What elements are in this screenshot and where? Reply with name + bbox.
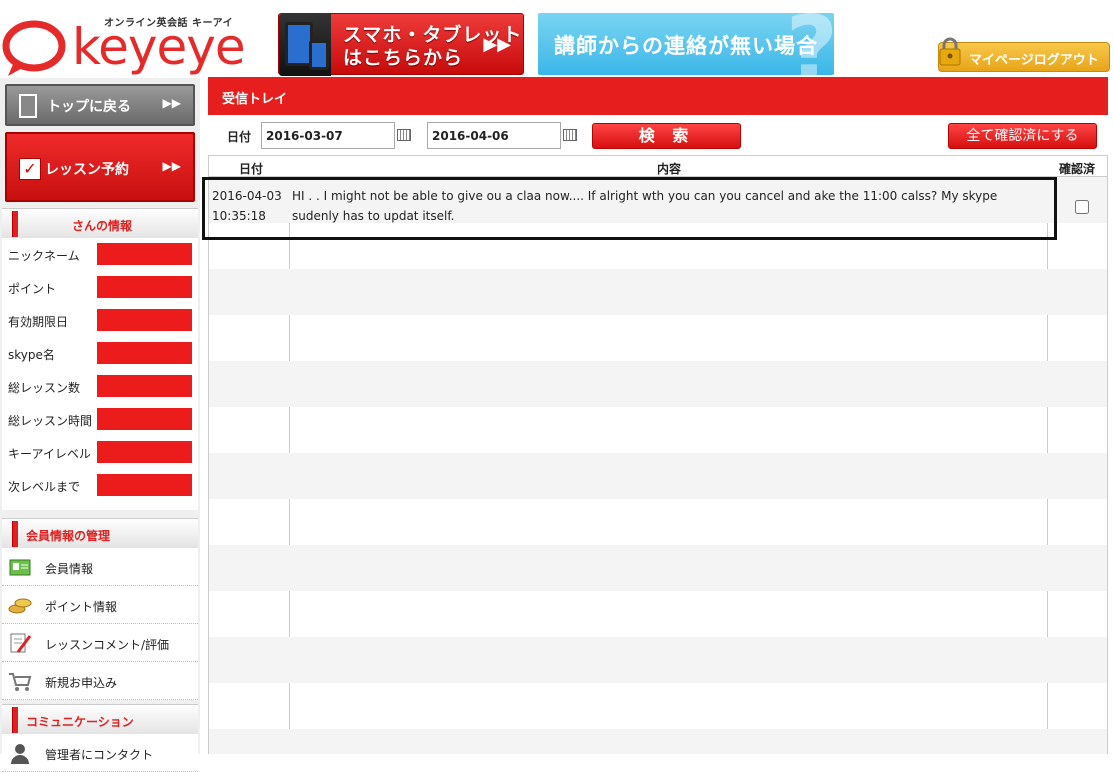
info-row: 有効期限日: [2, 304, 198, 337]
inbox-table: 日付 内容 確認済 2016-04-03 10:35:18 HI . . I mi…: [208, 155, 1108, 754]
info-label: ポイント: [8, 282, 57, 296]
info-label: キーアイレベル: [8, 447, 91, 461]
info-label: ニックネーム: [8, 249, 80, 263]
page-title: 受信トレイ: [222, 92, 288, 107]
info-label: 有効期限日: [8, 315, 69, 329]
user-info-section: さんの情報 ニックネーム ポイント 有効期限日 skype名 総レッスン数 総レ…: [2, 208, 198, 510]
highlight-box: [202, 177, 1057, 240]
sidebar-menu-item[interactable]: 管理者にコンタクト: [2, 734, 198, 772]
member-management-section: 会員情報の管理 会員情報 ポイント情報 レッスンコメント/評価 新規お申込み: [2, 518, 198, 700]
empty-table-row: [209, 637, 1107, 683]
info-value-redacted: [97, 375, 192, 397]
info-value-redacted: [97, 276, 192, 298]
coins-icon: [8, 594, 32, 616]
keyeye-logo[interactable]: オンライン英会話 キーアイ keyeye: [0, 6, 260, 76]
confirmed-checkbox[interactable]: [1075, 200, 1089, 214]
lesson-booking-button[interactable]: ✓ レッスン予約 ▶▶: [5, 132, 195, 202]
inbox-header: 受信トレイ: [208, 77, 1108, 115]
sidebar-menu-label: 管理者にコンタクト: [45, 748, 154, 762]
communication-heading: コミュニケーション: [2, 704, 198, 734]
lesson-booking-label: レッスン予約: [45, 162, 129, 178]
sidebar-menu-label: 新規お申込み: [45, 676, 118, 690]
banner-sp-line2: はこちらから: [343, 47, 464, 69]
info-row: 次レベルまで: [2, 469, 198, 502]
person-icon: [8, 742, 32, 764]
banner-contact-text: 講師からの連絡が無い場合: [554, 34, 818, 58]
info-row: キーアイレベル: [2, 436, 198, 469]
col-header-date: 日付: [239, 162, 264, 176]
user-info-heading: さんの情報: [2, 208, 198, 238]
double-arrow-icon: ▶▶: [483, 34, 511, 55]
date-label: 日付: [227, 130, 252, 144]
member-card-icon: [8, 556, 32, 578]
logout-label: マイページログアウト: [969, 53, 1099, 68]
empty-table-row: [209, 591, 1107, 637]
empty-table-row: [209, 269, 1107, 315]
devices-icon: [279, 14, 331, 76]
info-value-redacted: [97, 243, 192, 265]
logo-wordmark: keyeye: [72, 18, 246, 76]
sidebar-menu-label: ポイント情報: [45, 600, 118, 614]
speech-bubble-logo-icon: [2, 20, 66, 76]
sidebar-menu-item[interactable]: レッスンコメント/評価: [2, 624, 198, 662]
info-row: ニックネーム: [2, 238, 198, 271]
info-label: 次レベルまで: [8, 480, 81, 494]
search-button[interactable]: 検 索: [592, 123, 741, 149]
back-to-top-label: トップに戻る: [47, 99, 131, 115]
empty-table-row: [209, 729, 1107, 754]
empty-table-row: [209, 407, 1107, 453]
info-label: 総レッスン時間: [8, 414, 93, 428]
info-value-redacted: [97, 408, 192, 430]
sidebar-menu-item[interactable]: ポイント情報: [2, 586, 198, 624]
empty-table-row: [209, 361, 1107, 407]
sidebar-menu-item[interactable]: 新規お申込み: [2, 662, 198, 700]
empty-table-row: [209, 683, 1107, 729]
info-label: 総レッスン数: [8, 381, 81, 395]
double-arrow-icon: ▶▶: [162, 159, 181, 173]
door-icon: [19, 94, 37, 118]
member-management-heading: 会員情報の管理: [2, 518, 198, 548]
empty-table-row: [209, 499, 1107, 545]
calendar-icon[interactable]: [397, 129, 411, 141]
empty-table-row: [209, 315, 1107, 361]
info-row: ポイント: [2, 271, 198, 304]
empty-table-row: [209, 453, 1107, 499]
sidebar-menu-item[interactable]: 会員情報: [2, 548, 198, 586]
info-value-redacted: [97, 474, 192, 496]
sidebar: トップに戻る ▶▶ ✓ レッスン予約 ▶▶ さんの情報 ニックネーム ポイント …: [0, 78, 200, 772]
confirm-all-button[interactable]: 全て確認済にする: [948, 123, 1097, 149]
calendar-icon[interactable]: [563, 129, 577, 141]
col-header-confirmed: 確認済: [1059, 162, 1096, 176]
back-to-top-button[interactable]: トップに戻る ▶▶: [5, 84, 195, 126]
empty-table-row: [209, 545, 1107, 591]
cart-icon: [8, 670, 32, 692]
sidebar-menu-label: レッスンコメント/評価: [45, 638, 170, 652]
no-teacher-contact-banner[interactable]: ? 講師からの連絡が無い場合: [538, 13, 834, 75]
info-row: 総レッスン数: [2, 370, 198, 403]
smartphone-tablet-banner[interactable]: スマホ・タブレット はこちらから ▶▶: [278, 13, 524, 76]
info-value-redacted: [97, 342, 192, 364]
date-search-bar: 日付 検 索 全て確認済にする: [208, 115, 1108, 155]
checklist-icon: ✓: [19, 158, 41, 180]
info-row: skype名: [2, 337, 198, 370]
double-arrow-icon: ▶▶: [162, 96, 181, 110]
lock-icon: [939, 37, 961, 66]
col-header-content: 内容: [657, 162, 682, 176]
info-row: 総レッスン時間: [2, 403, 198, 436]
table-header: 日付 内容 確認済: [209, 155, 1107, 177]
info-value-redacted: [97, 441, 192, 463]
info-label: skype名: [8, 348, 55, 362]
mypage-logout-button[interactable]: マイページログアウト: [938, 37, 1110, 72]
info-value-redacted: [97, 309, 192, 331]
date-to-input[interactable]: [427, 122, 561, 149]
date-from-input[interactable]: [261, 122, 395, 149]
memo-pencil-icon: [8, 632, 32, 654]
sidebar-menu-label: 会員情報: [45, 562, 94, 576]
communication-section: コミュニケーション 管理者にコンタクト: [2, 704, 198, 772]
